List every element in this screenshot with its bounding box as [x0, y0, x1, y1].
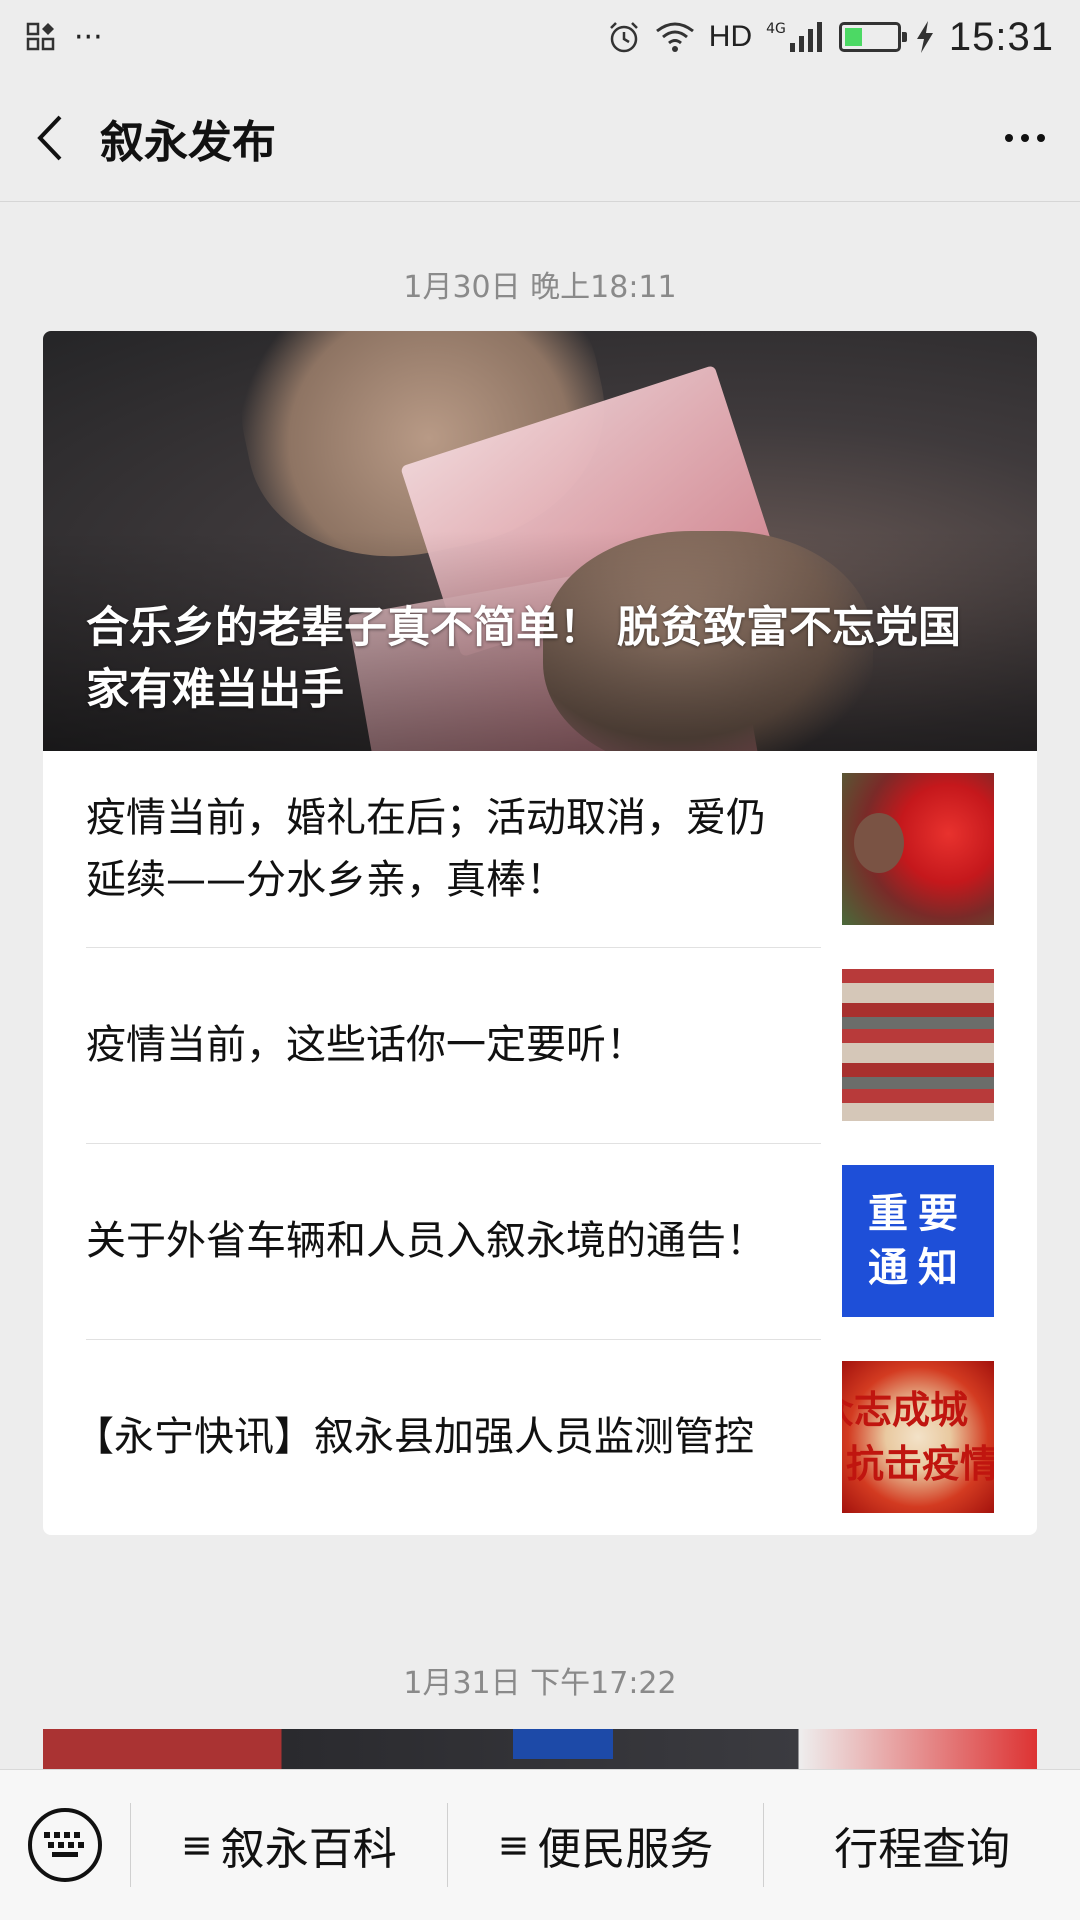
menu-item-label: 行程查询: [834, 1824, 1011, 1875]
article-title: 关于外省车辆和人员入叙永境的通告！: [86, 1218, 766, 1264]
network-indicator: 4G: [766, 21, 825, 53]
menu-item-label: 便民服务: [537, 1824, 714, 1875]
article-thumbnail: [842, 773, 994, 925]
page-title: 叙永发布: [100, 116, 276, 168]
wifi-icon: [655, 22, 694, 52]
chevron-left-icon: [37, 115, 62, 160]
article-title: 疫情当前，这些话你一定要听！: [86, 1022, 646, 1068]
battery-icon: [838, 22, 907, 52]
menu-item-encyclopedia[interactable]: ≡ 叙永百科: [131, 1770, 447, 1920]
thumbnail-text: 抗击疫情: [846, 1441, 994, 1486]
article-title: 【永宁快讯】叙永县加强人员监测管控: [74, 1414, 754, 1460]
status-bar: ··· HD 4G 15:31: [0, 0, 1080, 74]
list-icon: ≡: [180, 1823, 213, 1867]
menu-item-itinerary[interactable]: 行程查询: [764, 1770, 1080, 1920]
article-thumbnail: 重要 通知: [842, 1165, 994, 1317]
hero-image-sign: [513, 1729, 613, 1759]
signal-icon: [789, 22, 822, 52]
message-timestamp: 1月31日 下午17:22: [403, 1666, 677, 1701]
more-dot-icon: [1037, 133, 1045, 142]
menu-item-services[interactable]: ≡ 便民服务: [448, 1770, 764, 1920]
status-left: ···: [26, 20, 103, 55]
clock: 15:31: [948, 14, 1054, 59]
more-dots-icon: ···: [74, 19, 103, 55]
thumbnail-text: 重要: [868, 1190, 968, 1237]
message-timestamp: 1月30日 晚上18:11: [403, 270, 677, 305]
article-item-advice[interactable]: 疫情当前，这些话你一定要听！: [43, 947, 1037, 1143]
thumbnail-text: 通知: [868, 1244, 968, 1291]
app-grid-icon: [26, 22, 55, 51]
keyboard-toggle-button[interactable]: [0, 1770, 130, 1920]
list-icon: ≡: [497, 1823, 530, 1867]
article-thumbnail: 众志成城 抗击疫情: [842, 1361, 994, 1513]
battery-level: [844, 28, 863, 46]
more-dot-icon: [1021, 133, 1029, 142]
nav-bar: 叙永发布: [0, 74, 1080, 202]
keyboard-icon: [28, 1808, 102, 1882]
article-title: 疫情当前，婚礼在后；活动取消，爱仍延续——分水乡亲，真棒！: [86, 795, 766, 903]
article-item-wedding[interactable]: 疫情当前，婚礼在后；活动取消，爱仍延续——分水乡亲，真棒！: [43, 751, 1037, 947]
article-item-notice[interactable]: 关于外省车辆和人员入叙永境的通告！ 重要 通知: [43, 1143, 1037, 1339]
hero-article[interactable]: 合乐乡的老辈子真不简单！ 脱贫致富不忘党国家有难当出手: [43, 331, 1037, 751]
back-button[interactable]: [0, 74, 100, 202]
thumbnail-text: 众志成城: [842, 1387, 969, 1432]
article-card-next[interactable]: [43, 1729, 1037, 1769]
alarm-icon: [609, 22, 638, 53]
status-right: HD 4G 15:31: [607, 15, 1054, 60]
menu-item-label: 叙永百科: [220, 1824, 397, 1875]
more-options-button[interactable]: [970, 74, 1080, 202]
charging-icon: [916, 21, 933, 53]
network-type: 4G: [766, 21, 786, 37]
bottom-menu: ≡ 叙永百科 ≡ 便民服务 行程查询: [0, 1769, 1080, 1920]
hd-indicator: HD: [708, 20, 753, 53]
article-thumbnail: [842, 969, 994, 1121]
article-item-monitoring[interactable]: 【永宁快讯】叙永县加强人员监测管控 众志成城 抗击疫情: [43, 1339, 1037, 1535]
hero-article-title: 合乐乡的老辈子真不简单！ 脱贫致富不忘党国家有难当出手: [86, 603, 961, 715]
more-dot-icon: [1005, 133, 1013, 142]
article-card: 合乐乡的老辈子真不简单！ 脱贫致富不忘党国家有难当出手 疫情当前，婚礼在后；活动…: [43, 331, 1037, 1535]
